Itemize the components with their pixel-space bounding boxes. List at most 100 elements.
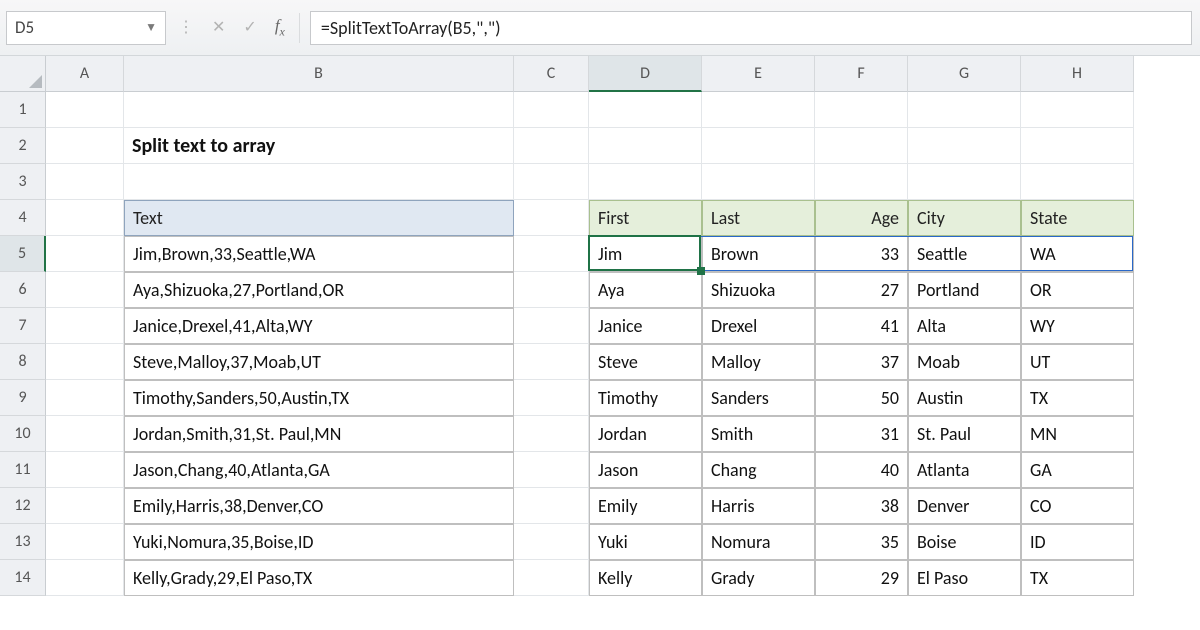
right-first-13[interactable]: Yuki [589, 524, 702, 560]
right-age-13[interactable]: 35 [815, 524, 908, 560]
col-header-C[interactable]: C [514, 56, 589, 92]
left-data-10[interactable]: Jordan,Smith,31,St. Paul,MN [124, 416, 514, 452]
cell-A5[interactable] [46, 236, 124, 272]
left-data-14[interactable]: Kelly,Grady,29,El Paso,TX [124, 560, 514, 596]
col-header-H[interactable]: H [1021, 56, 1134, 92]
cell-C3[interactable] [514, 164, 589, 200]
select-all-corner[interactable] [0, 56, 46, 92]
left-data-5[interactable]: Jim,Brown,33,Seattle,WA [124, 236, 514, 272]
cell-D2[interactable] [589, 128, 702, 164]
right-last-13[interactable]: Nomura [702, 524, 815, 560]
col-header-E[interactable]: E [702, 56, 815, 92]
cell-C6[interactable] [514, 272, 589, 308]
right-city-7[interactable]: Alta [908, 308, 1021, 344]
cell-H1[interactable] [1021, 92, 1134, 128]
right-header-city[interactable]: City [908, 200, 1021, 236]
cell-F2[interactable] [815, 128, 908, 164]
right-first-5[interactable]: Jim [589, 236, 702, 272]
right-state-11[interactable]: GA [1021, 452, 1134, 488]
cell-G2[interactable] [908, 128, 1021, 164]
right-header-first[interactable]: First [589, 200, 702, 236]
left-data-13[interactable]: Yuki,Nomura,35,Boise,ID [124, 524, 514, 560]
right-last-8[interactable]: Malloy [702, 344, 815, 380]
right-header-state[interactable]: State [1021, 200, 1134, 236]
row-header-10[interactable]: 10 [0, 416, 46, 452]
right-age-11[interactable]: 40 [815, 452, 908, 488]
right-first-12[interactable]: Emily [589, 488, 702, 524]
col-header-G[interactable]: G [908, 56, 1021, 92]
cell-C9[interactable] [514, 380, 589, 416]
cell-C8[interactable] [514, 344, 589, 380]
left-data-12[interactable]: Emily,Harris,38,Denver,CO [124, 488, 514, 524]
dropdown-icon[interactable]: ▼ [145, 20, 157, 35]
enter-icon[interactable]: ✓ [243, 17, 256, 37]
cell-C2[interactable] [514, 128, 589, 164]
right-first-7[interactable]: Janice [589, 308, 702, 344]
right-last-6[interactable]: Shizuoka [702, 272, 815, 308]
right-age-7[interactable]: 41 [815, 308, 908, 344]
left-data-6[interactable]: Aya,Shizuoka,27,Portland,OR [124, 272, 514, 308]
row-header-7[interactable]: 7 [0, 308, 46, 344]
cell-C12[interactable] [514, 488, 589, 524]
cell-C1[interactable] [514, 92, 589, 128]
name-box[interactable]: D5 ▼ [6, 11, 166, 45]
row-header-1[interactable]: 1 [0, 92, 46, 128]
cell-A10[interactable] [46, 416, 124, 452]
cell-A4[interactable] [46, 200, 124, 236]
right-age-5[interactable]: 33 [815, 236, 908, 272]
row-header-12[interactable]: 12 [0, 488, 46, 524]
right-state-14[interactable]: TX [1021, 560, 1134, 596]
cell-C11[interactable] [514, 452, 589, 488]
cell-A8[interactable] [46, 344, 124, 380]
col-header-A[interactable]: A [46, 56, 124, 92]
row-header-13[interactable]: 13 [0, 524, 46, 560]
row-header-8[interactable]: 8 [0, 344, 46, 380]
right-first-9[interactable]: Timothy [589, 380, 702, 416]
row-header-3[interactable]: 3 [0, 164, 46, 200]
right-first-14[interactable]: Kelly [589, 560, 702, 596]
right-age-14[interactable]: 29 [815, 560, 908, 596]
row-header-6[interactable]: 6 [0, 272, 46, 308]
right-last-12[interactable]: Harris [702, 488, 815, 524]
right-last-11[interactable]: Chang [702, 452, 815, 488]
cell-C7[interactable] [514, 308, 589, 344]
right-first-10[interactable]: Jordan [589, 416, 702, 452]
row-header-11[interactable]: 11 [0, 452, 46, 488]
formula-input[interactable]: =SplitTextToArray(B5,",") [310, 11, 1192, 45]
right-header-age[interactable]: Age [815, 200, 908, 236]
fx-icon[interactable]: fx [275, 16, 285, 39]
cell-A14[interactable] [46, 560, 124, 596]
cell-F1[interactable] [815, 92, 908, 128]
cell-E3[interactable] [702, 164, 815, 200]
row-header-5[interactable]: 5 [0, 236, 46, 272]
cell-G1[interactable] [908, 92, 1021, 128]
right-first-11[interactable]: Jason [589, 452, 702, 488]
cell-B1[interactable] [124, 92, 514, 128]
right-last-5[interactable]: Brown [702, 236, 815, 272]
right-city-10[interactable]: St. Paul [908, 416, 1021, 452]
cell-D1[interactable] [589, 92, 702, 128]
cell-E1[interactable] [702, 92, 815, 128]
right-state-5[interactable]: WA [1021, 236, 1134, 272]
row-header-9[interactable]: 9 [0, 380, 46, 416]
right-age-6[interactable]: 27 [815, 272, 908, 308]
cell-C14[interactable] [514, 560, 589, 596]
right-state-9[interactable]: TX [1021, 380, 1134, 416]
right-state-7[interactable]: WY [1021, 308, 1134, 344]
right-age-12[interactable]: 38 [815, 488, 908, 524]
cell-A13[interactable] [46, 524, 124, 560]
cell-D3[interactable] [589, 164, 702, 200]
right-city-5[interactable]: Seattle [908, 236, 1021, 272]
cell-A2[interactable] [46, 128, 124, 164]
right-age-9[interactable]: 50 [815, 380, 908, 416]
left-data-9[interactable]: Timothy,Sanders,50,Austin,TX [124, 380, 514, 416]
right-age-8[interactable]: 37 [815, 344, 908, 380]
right-city-11[interactable]: Atlanta [908, 452, 1021, 488]
left-data-11[interactable]: Jason,Chang,40,Atlanta,GA [124, 452, 514, 488]
cell-A11[interactable] [46, 452, 124, 488]
right-state-8[interactable]: UT [1021, 344, 1134, 380]
right-last-10[interactable]: Smith [702, 416, 815, 452]
cell-A6[interactable] [46, 272, 124, 308]
right-city-8[interactable]: Moab [908, 344, 1021, 380]
cell-A12[interactable] [46, 488, 124, 524]
